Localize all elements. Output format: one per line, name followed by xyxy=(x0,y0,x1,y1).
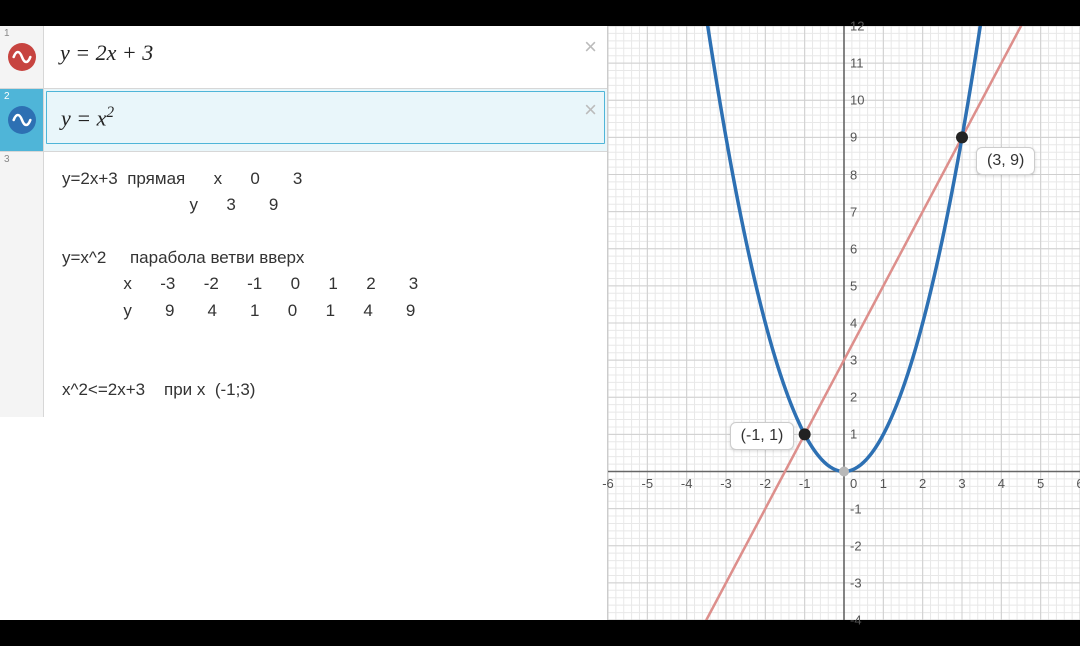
formula-text: y = x2 xyxy=(61,104,114,131)
y-tick-label: 10 xyxy=(850,93,864,108)
y-tick-label: -2 xyxy=(850,538,862,553)
y-tick-label: -3 xyxy=(850,575,862,590)
x-tick-label: 1 xyxy=(880,476,887,491)
expression-index: 2 xyxy=(4,91,10,102)
expression-gutter[interactable]: 1 xyxy=(0,26,44,88)
point-label-2: (3, 9) xyxy=(976,147,1035,175)
y-tick-label: 7 xyxy=(850,204,857,219)
text-line: x -3 -2 -1 0 1 2 3 xyxy=(62,274,418,293)
text-row[interactable]: 3 y=2x+3 прямая x 0 3 y 3 9 y=x^2 парабо… xyxy=(0,152,607,417)
graph-panel[interactable]: (-1, 1) (3, 9) -6-5-4-3-2-10123456 -4-3-… xyxy=(608,26,1080,620)
wave-icon[interactable] xyxy=(8,106,36,134)
text-line: y=x^2 парабола ветви вверх xyxy=(62,248,304,267)
y-tick-label: 4 xyxy=(850,316,857,331)
y-tick-label: 2 xyxy=(850,390,857,405)
close-icon[interactable]: × xyxy=(584,97,597,123)
y-tick-label: 9 xyxy=(850,130,857,145)
graph-canvas[interactable] xyxy=(608,26,1080,620)
x-tick-label: 3 xyxy=(958,476,965,491)
x-tick-label: -1 xyxy=(799,476,811,491)
y-tick-label: 12 xyxy=(850,19,864,34)
y-tick-label: -4 xyxy=(850,613,862,628)
y-tick-label: 6 xyxy=(850,241,857,256)
point-label-1: (-1, 1) xyxy=(730,422,795,450)
x-tick-label: -4 xyxy=(681,476,693,491)
x-tick-label: -6 xyxy=(602,476,614,491)
expression-index: 1 xyxy=(4,28,10,39)
expression-gutter[interactable]: 2 xyxy=(0,89,44,151)
text-line: x^2<=2x+3 при x (-1;3) xyxy=(62,380,255,399)
text-line: y 9 4 1 0 1 4 9 xyxy=(62,301,415,320)
y-tick-label: 8 xyxy=(850,167,857,182)
text-content[interactable]: y=2x+3 прямая x 0 3 y 3 9 y=x^2 парабола… xyxy=(44,152,607,417)
x-tick-label: -5 xyxy=(642,476,654,491)
x-tick-label: 0 xyxy=(850,476,857,491)
x-tick-label: 4 xyxy=(998,476,1005,491)
workspace: 1 y = 2x + 3 × 2 y = x2 × xyxy=(0,26,1080,620)
formula-text: y = 2x + 3 xyxy=(60,40,153,66)
expression-row-2[interactable]: 2 y = x2 × xyxy=(0,89,607,152)
x-tick-label: -2 xyxy=(760,476,772,491)
x-tick-label: 2 xyxy=(919,476,926,491)
x-tick-label: 6 xyxy=(1076,476,1080,491)
y-tick-label: 11 xyxy=(850,56,864,71)
wave-icon[interactable] xyxy=(8,43,36,71)
text-line: y=2x+3 прямая x 0 3 xyxy=(62,169,302,188)
close-icon[interactable]: × xyxy=(584,34,597,60)
y-tick-label: 3 xyxy=(850,353,857,368)
x-tick-label: -3 xyxy=(720,476,732,491)
x-tick-label: 5 xyxy=(1037,476,1044,491)
text-line: y 3 9 xyxy=(62,195,278,214)
expression-list-panel: 1 y = 2x + 3 × 2 y = x2 × xyxy=(0,26,608,620)
expression-formula[interactable]: y = 2x + 3 xyxy=(44,26,607,80)
expression-row-1[interactable]: 1 y = 2x + 3 × xyxy=(0,26,607,89)
expression-formula[interactable]: y = x2 xyxy=(46,91,605,144)
expression-gutter: 3 xyxy=(0,152,44,417)
expression-index: 3 xyxy=(4,154,10,165)
y-tick-label: 5 xyxy=(850,278,857,293)
y-tick-label: -1 xyxy=(850,501,862,516)
y-tick-label: 1 xyxy=(850,427,857,442)
